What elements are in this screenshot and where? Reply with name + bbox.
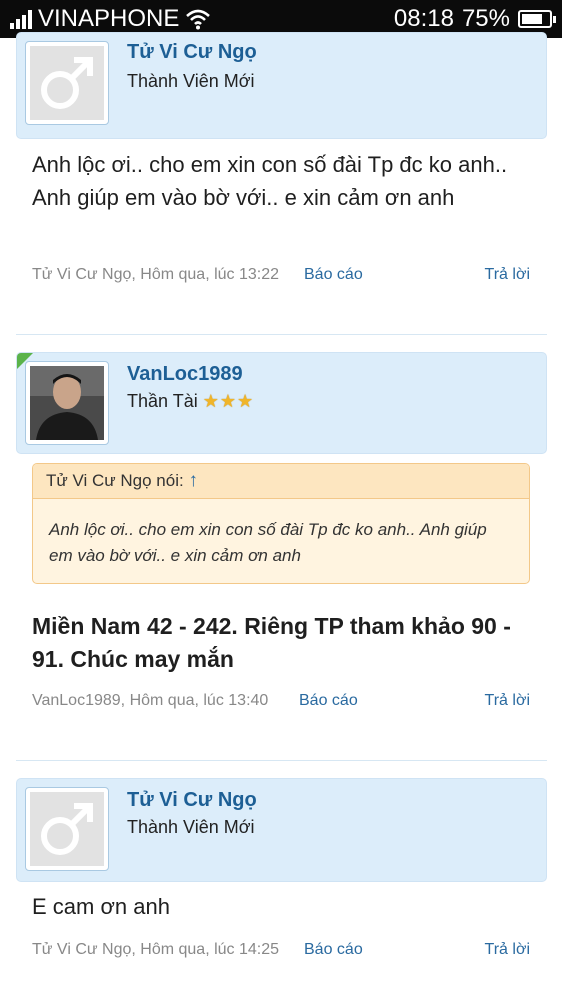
quote-text: Anh lộc ơi.. cho em xin con số đài Tp đc…	[49, 520, 487, 565]
report-link[interactable]: Báo cáo	[304, 266, 363, 284]
user-photo	[30, 366, 104, 440]
avatar[interactable]	[25, 41, 109, 125]
status-left: VINAPHONE	[10, 5, 211, 33]
post-divider	[16, 760, 547, 761]
user-title: Thần Tài ★★★	[127, 391, 254, 412]
user-title: Thành Viên Mới	[127, 817, 255, 837]
user-title: Thành Viên Mới	[127, 71, 255, 91]
user-card: Tử Vi Cư Ngọ Thành Viên Mới	[16, 778, 547, 882]
post-divider	[16, 334, 547, 335]
report-link[interactable]: Báo cáo	[304, 941, 363, 959]
username[interactable]: VanLoc1989	[127, 363, 243, 386]
quote-author: Tử Vi Cư Ngọ nói:	[46, 471, 184, 490]
username[interactable]: Tử Vi Cư Ngọ	[127, 789, 257, 812]
post-meta: VanLoc1989, Hôm qua, lúc 13:40 Báo cáo T…	[32, 692, 532, 710]
battery-percent: 75%	[461, 5, 510, 32]
report-link[interactable]: Báo cáo	[299, 692, 358, 710]
post-message: E cam ơn anh	[32, 894, 170, 919]
user-title-text: Thần Tài	[127, 391, 198, 411]
user-card: Tử Vi Cư Ngọ Thành Viên Mới	[16, 32, 547, 139]
quote-header: Tử Vi Cư Ngọ nói: ↑	[33, 464, 529, 499]
reply-link[interactable]: Trả lời	[485, 941, 530, 959]
post-message: Anh lộc ơi.. cho em xin con số đài Tp đc…	[32, 152, 508, 210]
post-meta: Tử Vi Cư Ngọ, Hôm qua, lúc 13:22 Báo cáo…	[32, 266, 532, 284]
avatar[interactable]	[25, 361, 109, 445]
user-card: VanLoc1989 Thần Tài ★★★	[16, 352, 547, 454]
post-meta: Tử Vi Cư Ngọ, Hôm qua, lúc 14:25 Báo cáo…	[32, 941, 532, 959]
battery-icon	[518, 10, 556, 28]
post-author-date: Tử Vi Cư Ngọ, Hôm qua, lúc 14:25	[32, 941, 280, 958]
quote-block: Tử Vi Cư Ngọ nói: ↑ Anh lộc ơi.. cho em …	[32, 463, 530, 584]
post-author-date: VanLoc1989, Hôm qua, lúc 13:40	[32, 692, 269, 709]
carrier-name: VINAPHONE	[38, 5, 180, 32]
male-placeholder-icon	[41, 57, 93, 109]
avatar[interactable]	[25, 787, 109, 871]
male-placeholder-icon	[41, 803, 93, 855]
reply-link[interactable]: Trả lời	[485, 266, 530, 284]
status-right: 08:18 75%	[393, 5, 556, 33]
post-author-date: Tử Vi Cư Ngọ, Hôm qua, lúc 13:22	[32, 266, 280, 283]
username[interactable]: Tử Vi Cư Ngọ	[127, 41, 257, 64]
clock: 08:18	[393, 5, 454, 32]
signal-icon	[10, 9, 32, 29]
jump-to-quote-icon[interactable]: ↑	[188, 470, 198, 491]
rank-stars-icon: ★★★	[202, 391, 255, 411]
wifi-icon	[186, 9, 211, 30]
post-message: Miền Nam 42 - 242. Riêng TP tham khảo 90…	[32, 613, 511, 672]
reply-link[interactable]: Trả lời	[485, 692, 530, 710]
